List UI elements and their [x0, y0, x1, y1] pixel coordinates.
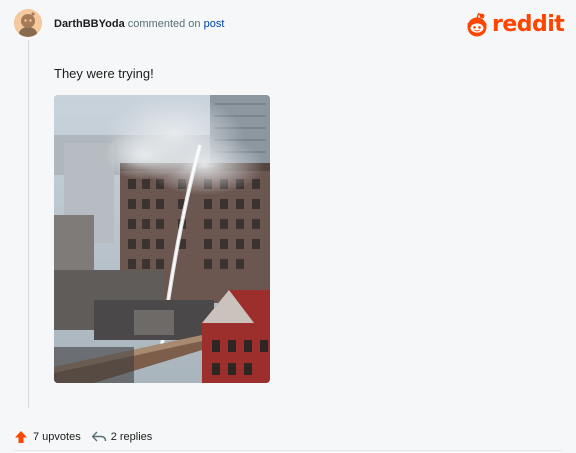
- reply-arrow-icon[interactable]: [91, 430, 107, 444]
- author-name[interactable]: DarthBBYoda: [54, 18, 125, 30]
- comment-footer: 7 upvotes 2 replies: [14, 429, 152, 445]
- user-avatar[interactable]: [14, 9, 42, 37]
- reply-count[interactable]: 2 replies: [111, 431, 153, 443]
- snoo-avatar-icon: [14, 9, 42, 37]
- upvote-count: 7 upvotes: [33, 431, 81, 443]
- fire-building-photo: [54, 95, 270, 383]
- comment-action-text: commented on: [127, 18, 201, 30]
- reddit-snoo-icon: [467, 12, 487, 37]
- upvote-arrow-icon[interactable]: [14, 430, 28, 444]
- comment-image[interactable]: [54, 95, 270, 383]
- thread-line[interactable]: [28, 40, 29, 408]
- reddit-wordmark: reddit: [492, 12, 565, 37]
- post-link[interactable]: post: [204, 18, 225, 30]
- reddit-logo[interactable]: reddit: [465, 11, 565, 39]
- comment-body: They were trying!: [54, 66, 154, 81]
- comment-header: DarthBBYoda commented on post: [54, 17, 224, 31]
- comment-card: DarthBBYoda commented on post reddit The…: [0, 0, 576, 453]
- bottom-divider: [14, 450, 562, 451]
